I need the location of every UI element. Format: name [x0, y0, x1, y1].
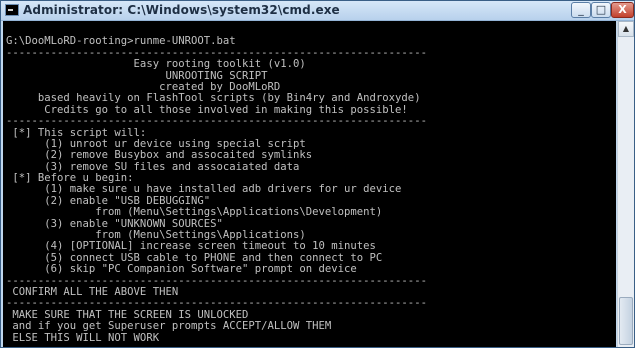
- console-output: G:\DooMLoRD-rooting>runme-UNROOT.bat ----…: [6, 25, 427, 347]
- cmd-icon[interactable]: [5, 4, 19, 16]
- console-line: (6) skip "PC Companion Software" prompt …: [6, 263, 357, 276]
- maximize-button[interactable]: □: [591, 2, 611, 18]
- cmd-window: Administrator: C:\Windows\system32\cmd.e…: [0, 0, 635, 348]
- window-title: Administrator: C:\Windows\system32\cmd.e…: [23, 3, 340, 17]
- minimize-button[interactable]: _: [571, 2, 591, 18]
- title-bar[interactable]: Administrator: C:\Windows\system32\cmd.e…: [1, 1, 634, 21]
- vertical-scrollbar[interactable]: ▲: [617, 21, 634, 347]
- scroll-up-arrow-icon[interactable]: ▲: [618, 21, 634, 37]
- console-area[interactable]: G:\DooMLoRD-rooting>runme-UNROOT.bat ----…: [3, 21, 616, 347]
- scroll-thumb[interactable]: [619, 297, 633, 345]
- console-line: ----------------------------------------…: [6, 115, 427, 128]
- close-button[interactable]: X: [611, 2, 634, 18]
- console-line: Easy rooting toolkit (v1.0): [6, 58, 306, 71]
- console-line: (2) remove Busybox and assocaited symlin…: [6, 149, 313, 162]
- console-line: and if you get Superuser prompts ACCEPT/…: [6, 320, 332, 333]
- console-line: from (Menu\Settings\Applications\Develop…: [6, 206, 383, 219]
- console-line: ----------------------------------------…: [6, 343, 427, 347]
